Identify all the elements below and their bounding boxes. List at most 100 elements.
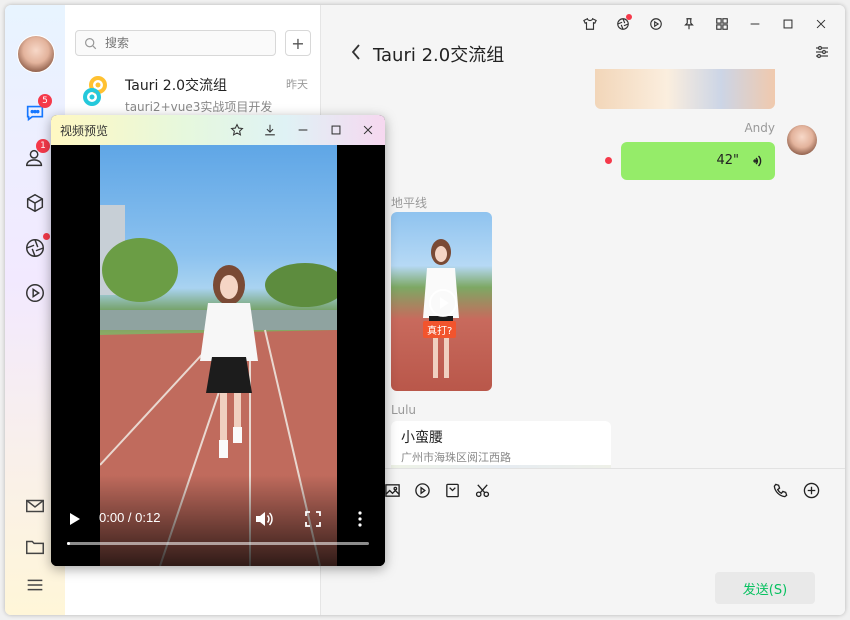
pin-icon xyxy=(683,18,694,30)
sliders-icon[interactable] xyxy=(813,43,831,61)
call-button[interactable] xyxy=(771,481,790,500)
tauri-logo-icon xyxy=(83,76,107,106)
play-icon[interactable] xyxy=(429,289,457,317)
minimize-button[interactable] xyxy=(738,11,771,37)
cube-icon xyxy=(26,193,44,213)
screenshot-button[interactable] xyxy=(473,481,492,500)
more-button[interactable] xyxy=(802,481,821,500)
popup-close-button[interactable] xyxy=(359,121,377,139)
popup-title: 视频预览 xyxy=(60,124,109,138)
play-circle-icon xyxy=(415,483,430,498)
send-button[interactable]: 发送(S) xyxy=(715,572,815,604)
download-icon xyxy=(265,124,275,136)
mail-icon xyxy=(26,499,44,513)
search-icon xyxy=(85,37,97,49)
video-player[interactable]: 0:00 / 0:12 xyxy=(51,145,385,566)
search-box[interactable] xyxy=(75,30,276,56)
folder-icon xyxy=(26,540,44,555)
sound-wave-icon xyxy=(753,155,762,167)
sender-name: 地平线 xyxy=(391,196,428,210)
chat-main: Tauri 2.0交流组 Andy 42" 地平线 真打? Lulu 小蛮腰 广… xyxy=(321,5,845,615)
pin-button[interactable] xyxy=(672,11,705,37)
image-button[interactable] xyxy=(383,481,402,500)
sender-name: Lulu xyxy=(391,403,417,417)
moments-dot xyxy=(43,233,50,240)
close-button[interactable] xyxy=(804,11,837,37)
divider xyxy=(321,468,845,469)
plus-circle-icon xyxy=(803,482,820,499)
voice-duration: 42" xyxy=(716,153,739,168)
maximize-icon xyxy=(331,125,341,135)
file-box-icon xyxy=(446,483,459,498)
video-caption: 真打? xyxy=(423,321,457,338)
add-chat-button[interactable]: + xyxy=(285,30,311,56)
favorite-button[interactable] xyxy=(228,121,246,139)
sender-name: Andy xyxy=(744,121,775,135)
download-button[interactable] xyxy=(261,121,279,139)
nav-folder[interactable] xyxy=(23,535,47,559)
play-icon[interactable] xyxy=(69,512,81,526)
nav-cube[interactable] xyxy=(23,191,47,215)
shirt-icon xyxy=(582,17,597,30)
location-title: 小蛮腰 xyxy=(401,430,443,446)
messages-badge: 5 xyxy=(38,94,52,108)
location-message[interactable]: 小蛮腰 广州市海珠区阅江西路 xyxy=(391,421,611,469)
minimize-icon xyxy=(298,129,308,131)
avatar[interactable] xyxy=(787,125,817,155)
aperture-icon xyxy=(26,239,44,257)
play-circle-icon xyxy=(649,18,662,30)
message-area: Andy 42" 地平线 真打? Lulu 小蛮腰 广州市海珠区阅江西路 xyxy=(321,69,845,469)
video-message[interactable]: 真打? xyxy=(391,212,492,391)
play-circle-icon xyxy=(26,284,44,302)
nav-menu[interactable] xyxy=(23,573,47,597)
unread-dot xyxy=(605,157,612,164)
nav-moments[interactable] xyxy=(23,236,47,260)
nav-video[interactable] xyxy=(23,281,47,305)
search-input[interactable] xyxy=(103,35,257,51)
skin-button[interactable] xyxy=(573,11,606,37)
video-progress-fill xyxy=(67,542,71,545)
popup-maximize-button[interactable] xyxy=(327,121,345,139)
input-toolbar-right xyxy=(771,481,821,500)
fullscreen-icon[interactable] xyxy=(305,511,321,527)
minimize-icon xyxy=(750,23,759,25)
popup-titlebar[interactable]: 视频预览 xyxy=(51,115,385,145)
video-progress-bar[interactable] xyxy=(67,542,369,545)
image-message[interactable] xyxy=(595,69,775,109)
grid-icon xyxy=(715,18,728,30)
chat-title: Tauri 2.0交流组 xyxy=(373,45,505,66)
voice-message[interactable]: 42" xyxy=(621,142,775,180)
image-icon xyxy=(385,484,400,497)
star-icon xyxy=(230,123,244,136)
popup-minimize-button[interactable] xyxy=(294,121,312,139)
phone-icon xyxy=(773,483,788,498)
nav-mail[interactable] xyxy=(23,494,47,518)
video-preview-window: 视频预览 0:00 / 0:12 xyxy=(51,115,385,566)
grid-button[interactable] xyxy=(705,11,738,37)
input-toolbar xyxy=(383,481,492,500)
close-icon xyxy=(363,125,373,135)
more-vertical-icon[interactable] xyxy=(357,511,363,527)
video-button[interactable] xyxy=(413,481,432,500)
video-time: 0:00 / 0:12 xyxy=(99,510,161,525)
chat-item-title: Tauri 2.0交流组 xyxy=(125,78,228,94)
close-icon xyxy=(816,19,825,29)
scissors-icon xyxy=(475,484,490,498)
location-address: 广州市海珠区阅江西路 xyxy=(401,451,511,464)
window-toolbar xyxy=(573,11,837,37)
maximize-button[interactable] xyxy=(771,11,804,37)
maximize-icon xyxy=(783,19,792,29)
hamburger-menu-icon xyxy=(27,579,43,591)
chat-item-preview: tauri2+vue3实战项目开发 xyxy=(125,100,273,114)
chat-list-item[interactable]: Tauri 2.0交流组 昨天 tauri2+vue3实战项目开发 xyxy=(65,67,320,121)
back-arrow-icon[interactable] xyxy=(349,42,363,62)
moments-button[interactable] xyxy=(606,11,639,37)
chat-item-time: 昨天 xyxy=(286,78,308,91)
play-button[interactable] xyxy=(639,11,672,37)
file-button[interactable] xyxy=(443,481,462,500)
chat-header: Tauri 2.0交流组 xyxy=(321,39,845,69)
contacts-badge: 1 xyxy=(36,139,50,153)
user-avatar[interactable] xyxy=(17,35,55,73)
moments-dot xyxy=(626,14,632,20)
volume-icon[interactable] xyxy=(255,511,273,527)
